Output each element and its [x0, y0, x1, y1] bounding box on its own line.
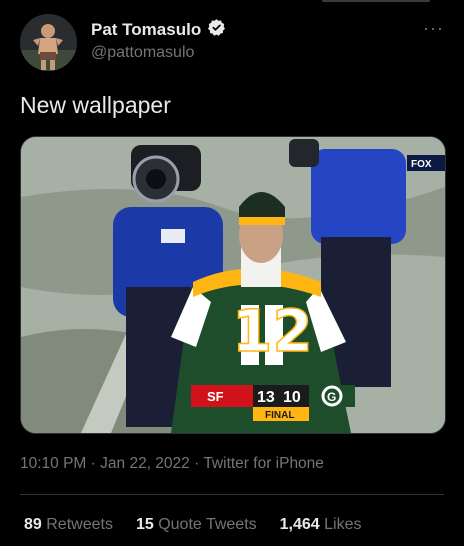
- game-status: FINAL: [265, 410, 294, 421]
- tweet-metadata: 10:10 PM · Jan 22, 2022 · Twitter for iP…: [20, 455, 324, 473]
- display-name[interactable]: Pat Tomasulo: [91, 20, 201, 40]
- quote-tweets-stat[interactable]: 15 Quote Tweets: [136, 516, 257, 534]
- divider: [20, 494, 444, 495]
- away-team-logo: SF: [207, 389, 224, 404]
- user-handle[interactable]: @pattomasulo: [91, 44, 194, 62]
- tweet-source[interactable]: Twitter for iPhone: [203, 455, 324, 472]
- meta-separator: ·: [90, 455, 96, 472]
- retweets-label: Retweets: [46, 516, 113, 533]
- likes-stat[interactable]: 1,464 Likes: [280, 516, 362, 534]
- retweets-stat[interactable]: 89 Retweets: [24, 516, 113, 534]
- verified-badge-icon: [207, 18, 226, 42]
- meta-separator: ·: [194, 455, 200, 472]
- tweet-date[interactable]: Jan 22, 2022: [100, 455, 190, 472]
- tweet-time[interactable]: 10:10 PM: [20, 455, 86, 472]
- tweet-text: New wallpaper: [20, 92, 171, 118]
- author-name-row[interactable]: Pat Tomasulo: [91, 18, 226, 42]
- engagement-stats: 89 Retweets 15 Quote Tweets 1,464 Likes: [24, 516, 385, 534]
- photo-illustration: FOX 12 SF 13 10 G FINAL: [21, 137, 445, 433]
- retweets-count: 89: [24, 516, 42, 533]
- player-jersey-number: 12: [232, 297, 313, 365]
- more-options-icon[interactable]: ···: [423, 18, 444, 39]
- likes-count: 1,464: [279, 516, 320, 533]
- top-edge-indicator: [322, 0, 430, 2]
- tweet-media-photo[interactable]: FOX 12 SF 13 10 G FINAL: [20, 136, 446, 434]
- network-bug: FOX: [411, 159, 432, 170]
- quote-tweets-label: Quote Tweets: [158, 516, 257, 533]
- away-score: 13: [257, 389, 275, 406]
- home-score: 10: [283, 389, 301, 406]
- home-team-logo: G: [327, 390, 336, 404]
- likes-label: Likes: [324, 516, 362, 533]
- quote-tweets-count: 15: [135, 516, 154, 533]
- avatar[interactable]: [20, 14, 77, 71]
